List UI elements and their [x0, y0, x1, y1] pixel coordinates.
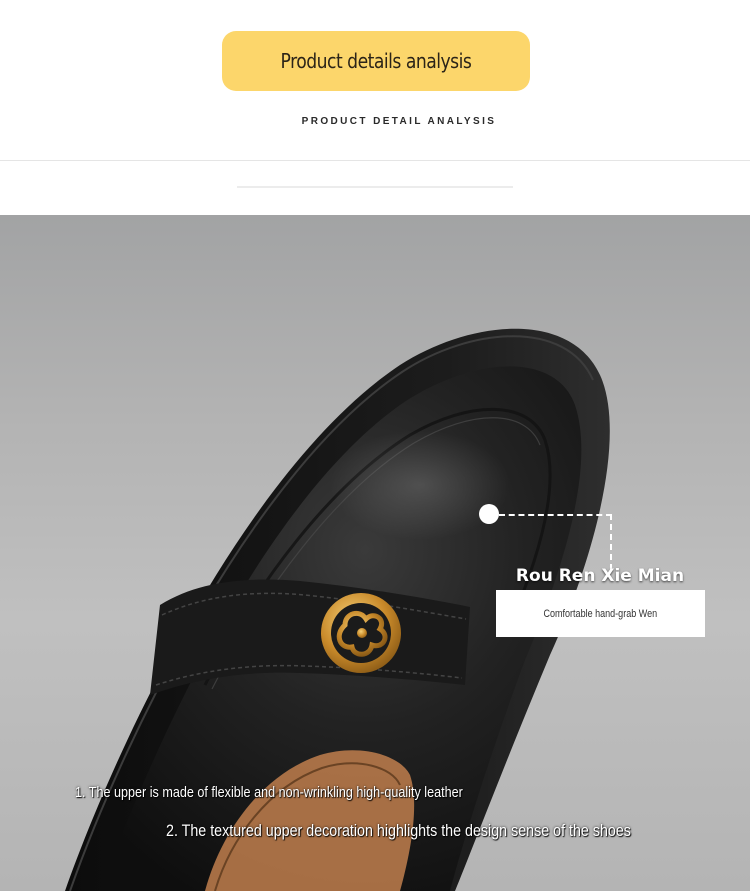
callout-label-box: Comfortable hand-grab Wen [496, 590, 705, 637]
callout-leader-horizontal [499, 514, 612, 516]
header-divider [0, 160, 750, 161]
header-short-divider [237, 186, 513, 188]
section-title-badge: Product details analysis [222, 31, 530, 91]
callout-text: Comfortable hand-grab Wen [543, 607, 658, 620]
section-header: Product details analysis PRODUCT DETAIL … [0, 0, 750, 215]
callout-title: Rou Ren Xie Mian [515, 566, 685, 586]
section-title: Product details analysis [280, 49, 472, 73]
gold-flower-buckle [321, 593, 401, 673]
product-detail-photo: Rou Ren Xie Mian Comfortable hand-grab W… [0, 215, 750, 891]
callout-leader-vertical [610, 514, 612, 570]
feature-caption-2: 2. The textured upper decoration highlig… [166, 821, 631, 840]
callout-marker[interactable] [479, 504, 499, 524]
section-subtitle: PRODUCT DETAIL ANALYSIS [301, 116, 497, 127]
feature-caption-1: 1. The upper is made of flexible and non… [75, 784, 463, 801]
